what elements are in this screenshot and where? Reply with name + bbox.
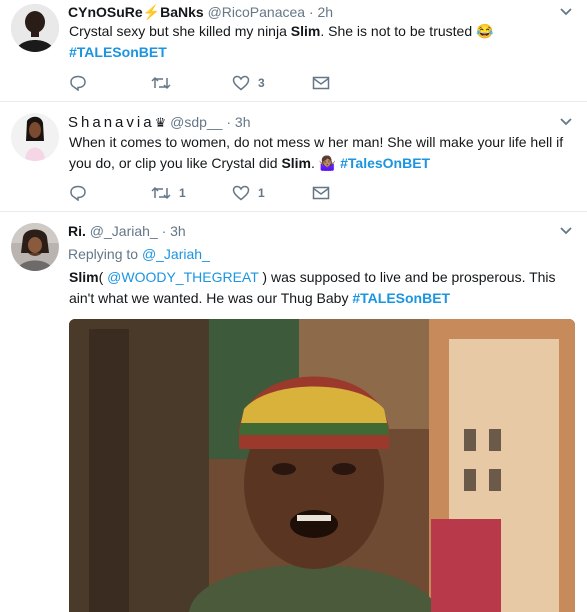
reply-icon <box>70 75 86 91</box>
text-bold: Slim <box>69 269 99 285</box>
avatar-image <box>11 113 59 161</box>
tweet-actions: 1 1 <box>69 183 369 203</box>
tweet-2[interactable]: Shanavia♛ @sdp__ · 3h When it comes to w… <box>0 101 587 212</box>
hashtag-link[interactable]: #TalesOnBET <box>340 155 430 171</box>
tweet-text: When it comes to women, do not mess w he… <box>69 132 577 174</box>
retweet-button[interactable] <box>151 73 171 93</box>
text-segment: ( <box>98 269 108 285</box>
tweet-header: CYnOSuRe⚡BaNks @RicoPanacea · 2h <box>68 3 333 21</box>
tweet-text: Crystal sexy but she killed my ninja Sli… <box>69 21 577 63</box>
dm-button[interactable] <box>312 183 330 203</box>
like-count: 3 <box>258 76 265 90</box>
tweet-header: Ri. @_Jariah_ · 3h <box>68 222 186 240</box>
hashtag-link[interactable]: #TALESonBET <box>352 290 450 306</box>
avatar-image <box>11 4 59 52</box>
timestamp[interactable]: · 3h <box>226 114 250 130</box>
retweet-button[interactable]: 1 <box>151 183 186 203</box>
reply-button[interactable] <box>69 183 87 203</box>
tweet-header: Shanavia♛ @sdp__ · 3h <box>68 113 250 132</box>
tweet-1[interactable]: CYnOSuRe⚡BaNks @RicoPanacea · 2h Crystal… <box>0 0 587 102</box>
text-segment: . She is not to be trusted 😂 <box>320 23 494 39</box>
replying-label: Replying to <box>68 246 142 262</box>
replying-handle-link[interactable]: @_Jariah_ <box>142 246 210 262</box>
display-name[interactable]: Shanavia <box>68 114 155 131</box>
avatar[interactable] <box>11 223 59 271</box>
chevron-down-icon[interactable] <box>559 7 573 17</box>
avatar[interactable] <box>11 113 59 161</box>
avatar-image <box>11 223 59 271</box>
heart-icon <box>232 75 250 91</box>
text-segment: Crystal sexy but she killed my ninja <box>69 23 291 39</box>
mention-link[interactable]: @WOODY_THEGREAT <box>107 269 258 285</box>
tweet-3[interactable]: Ri. @_Jariah_ · 3h Replying to @_Jariah_… <box>0 211 587 612</box>
tweet-media-gif[interactable] <box>69 319 575 612</box>
retweet-count: 1 <box>179 186 186 200</box>
retweet-icon <box>151 76 171 90</box>
name-emoji: ♛ <box>154 115 167 130</box>
handle[interactable]: @_Jariah_ <box>90 223 158 239</box>
envelope-icon <box>312 186 330 200</box>
retweet-icon <box>151 186 171 200</box>
text-bold: Slim <box>281 155 312 171</box>
avatar[interactable] <box>11 4 59 52</box>
hashtag-link[interactable]: #TALESonBET <box>69 44 167 60</box>
display-name[interactable]: Ri. <box>68 223 86 239</box>
heart-icon <box>232 185 250 201</box>
media-image <box>69 319 575 612</box>
envelope-icon <box>312 76 330 90</box>
tweet-text: Slim( @WOODY_THEGREAT ) was supposed to … <box>69 267 577 309</box>
like-count: 1 <box>258 186 265 200</box>
timestamp[interactable]: · 2h <box>309 4 333 20</box>
chevron-down-icon[interactable] <box>559 117 573 127</box>
replying-to: Replying to @_Jariah_ <box>68 245 210 263</box>
like-button[interactable]: 1 <box>232 183 265 203</box>
timestamp[interactable]: · 3h <box>162 223 186 239</box>
text-segment: . 🤷🏽‍♀️ <box>311 155 341 171</box>
display-name[interactable]: CYnOSuRe⚡BaNks <box>68 4 204 20</box>
chevron-down-icon[interactable] <box>559 226 573 236</box>
tweet-actions: 3 <box>69 73 369 93</box>
reply-button[interactable] <box>69 73 87 93</box>
dm-button[interactable] <box>312 73 330 93</box>
reply-icon <box>70 185 86 201</box>
like-button[interactable]: 3 <box>232 73 265 93</box>
text-bold: Slim <box>290 23 321 39</box>
handle[interactable]: @sdp__ <box>170 114 222 130</box>
handle[interactable]: @RicoPanacea <box>208 4 306 20</box>
